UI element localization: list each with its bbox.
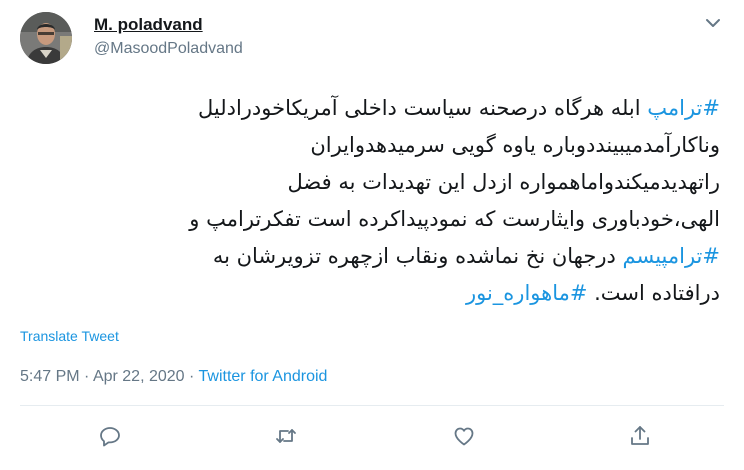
- tweet-text-segment: ابله هرگاه درصحنه سیاست داخلی آمریکاخودر…: [197, 96, 648, 120]
- tweet-metadata: 5:47 PM · Apr 22, 2020 · Twitter for And…: [20, 368, 327, 386]
- reply-icon[interactable]: [98, 424, 122, 448]
- tweet-line: #ترامپیسم درجهان نخ نماشده ونقاب ازچهره …: [20, 238, 720, 275]
- display-name[interactable]: M. poladvand: [94, 14, 243, 36]
- tweet-time[interactable]: 5:47 PM: [20, 368, 80, 385]
- hashtag-link[interactable]: #ترامپ: [647, 96, 720, 120]
- chevron-down-icon[interactable]: [702, 12, 724, 34]
- tweet-text-segment: وناکارآمدمیبینددوباره یاوه گویی سرمیدهدو…: [310, 133, 720, 157]
- tweet-source[interactable]: Twitter for Android: [199, 368, 328, 385]
- tweet-text-segment: درجهان نخ نماشده ونقاب ازچهره تزویرشان ب…: [212, 244, 623, 268]
- tweet-text: #ترامپ ابله هرگاه درصحنه سیاست داخلی آمر…: [20, 90, 720, 312]
- tweet-line: راتهدیدمیکندواماهمواره ازدل این تهدیدات …: [20, 164, 721, 201]
- tweet-text-segment: درافتاده است.: [587, 281, 720, 305]
- user-handle[interactable]: @MasoodPoladvand: [94, 38, 243, 60]
- tweet-date[interactable]: Apr 22, 2020: [93, 368, 185, 385]
- translate-tweet-link[interactable]: Translate Tweet: [20, 328, 119, 344]
- tweet-line: الهی،خودباوری وایثارست که نمودپیداکرده ا…: [20, 201, 720, 238]
- meta-separator: ·: [184, 368, 199, 385]
- tweet-line: وناکارآمدمیبینددوباره یاوه گویی سرمیدهدو…: [20, 127, 720, 164]
- tweet-header: M. poladvand @MasoodPoladvand: [20, 10, 724, 66]
- avatar[interactable]: [20, 12, 72, 64]
- tweet-text-segment: الهی،خودباوری وایثارست که نمودپیداکرده ا…: [189, 207, 720, 231]
- tweet-text-segment: راتهدیدمیکندواماهمواره ازدل این تهدیدات …: [287, 170, 721, 194]
- tweet-card: M. poladvand @MasoodPoladvand #ترامپ ابل…: [0, 0, 744, 470]
- retweet-icon[interactable]: [274, 424, 298, 448]
- hashtag-link[interactable]: #ترامپیسم: [623, 244, 721, 268]
- meta-separator: ·: [79, 368, 93, 385]
- hashtag-link[interactable]: #ماهواره_نور: [466, 281, 587, 305]
- tweet-line: #ترامپ ابله هرگاه درصحنه سیاست داخلی آمر…: [20, 90, 720, 127]
- share-icon[interactable]: [628, 424, 652, 448]
- divider: [20, 405, 724, 406]
- user-names: M. poladvand @MasoodPoladvand: [94, 14, 243, 60]
- avatar-image: [20, 12, 72, 64]
- tweet-actions: [0, 424, 744, 454]
- tweet-line: درافتاده است. #ماهواره_نور: [20, 275, 720, 312]
- like-icon[interactable]: [452, 424, 476, 448]
